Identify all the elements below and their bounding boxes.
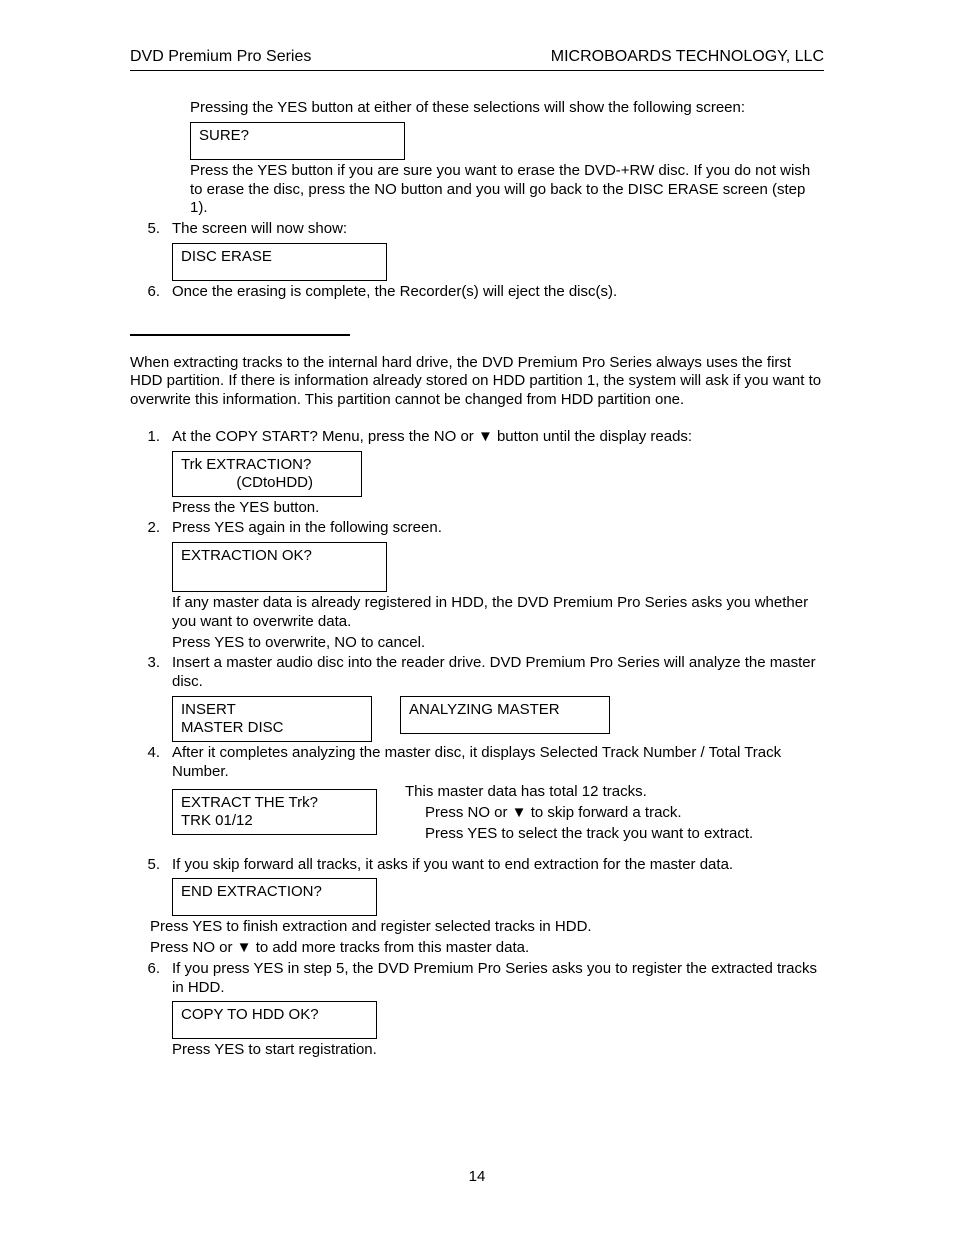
side-note-2: Press NO or ▼ to skip forward a track. [425,804,753,823]
item-text: The screen will now show: [172,220,824,239]
list-b-item-1: 1. At the COPY START? Menu, press the NO… [130,428,824,520]
item5-after2: Press NO or ▼ to add more tracks from th… [150,939,824,958]
screen-text: ANALYZING MASTER [409,701,560,718]
list-a-item-6: 6. Once the erasing is complete, the Rec… [130,283,824,304]
side-note-1: This master data has total 12 tracks. [405,783,753,802]
intro-text-2: Press the YES button if you are sure you… [190,162,824,218]
screen-insert-master: INSERT MASTER DISC [172,696,372,742]
screen-line2: (CDtoHDD) [181,474,353,492]
page-number: 14 [0,1168,954,1185]
section-divider [130,334,350,336]
screen-and-notes-row: EXTRACT THE Trk? TRK 01/12 This master d… [172,783,824,845]
header-left: DVD Premium Pro Series [130,48,311,66]
list-a-item-5: 5. The screen will now show: DISC ERASE [130,220,824,283]
list-num: 1. [130,428,172,520]
screen-text: EXTRACTION OK? [181,547,312,564]
page: DVD Premium Pro Series MICROBOARDS TECHN… [0,0,954,1235]
intro-block: Pressing the YES button at either of the… [190,99,824,218]
screen-extract-trk: EXTRACT THE Trk? TRK 01/12 [172,789,377,835]
list-b-item-4: 4. After it completes analyzing the mast… [130,744,824,846]
screen-text: DISC ERASE [181,248,272,265]
screen-sure: SURE? [190,122,405,160]
item-text: After it completes analyzing the master … [172,744,824,782]
item-after: Press the YES button. [172,499,824,518]
screen-trk-extraction: Trk EXTRACTION? (CDtoHDD) [172,451,362,497]
screen-line2: TRK 01/12 [181,812,368,830]
list-num: 6. [130,283,172,304]
screen-extraction-ok: EXTRACTION OK? [172,542,387,592]
screen-line1: EXTRACT THE Trk? [181,794,368,812]
list-num: 5. [130,856,172,919]
item-after2: Press YES to overwrite, NO to cancel. [172,634,824,653]
screen-analyzing: ANALYZING MASTER [400,696,610,734]
screen-sure-text: SURE? [199,127,249,144]
list-b-item-6: 6. If you press YES in step 5, the DVD P… [130,960,824,1062]
item-text: If you skip forward all tracks, it asks … [172,856,824,875]
item5-after1: Press YES to finish extraction and regis… [150,918,824,937]
screen-end-extraction: END EXTRACTION? [172,878,377,916]
page-header: DVD Premium Pro Series MICROBOARDS TECHN… [130,48,824,71]
item-text: Insert a master audio disc into the read… [172,654,824,692]
screen-text: END EXTRACTION? [181,883,322,900]
list-a: 5. The screen will now show: DISC ERASE … [130,220,824,304]
item-text: Press YES again in the following screen. [172,519,824,538]
screen-text: COPY TO HDD OK? [181,1006,319,1023]
intro-text-1: Pressing the YES button at either of the… [190,99,824,118]
mid-paragraph: When extracting tracks to the internal h… [130,354,824,410]
list-b-cont: 6. If you press YES in step 5, the DVD P… [130,960,824,1062]
header-right: MICROBOARDS TECHNOLOGY, LLC [551,48,824,66]
list-num: 4. [130,744,172,846]
list-b-item-2: 2. Press YES again in the following scre… [130,519,824,654]
item-text: If you press YES in step 5, the DVD Prem… [172,960,824,998]
item-after1: If any master data is already registered… [172,594,824,632]
list-b: 1. At the COPY START? Menu, press the NO… [130,428,824,919]
item-text: At the COPY START? Menu, press the NO or… [172,428,824,447]
list-num: 3. [130,654,172,744]
list-b-item-3: 3. Insert a master audio disc into the r… [130,654,824,744]
list-num: 6. [130,960,172,1062]
list-num: 2. [130,519,172,654]
side-notes: This master data has total 12 tracks. Pr… [405,783,753,845]
list-b-item-5: 5. If you skip forward all tracks, it as… [130,856,824,919]
item5-followup: Press YES to finish extraction and regis… [150,918,824,958]
screen-row: INSERT MASTER DISC ANALYZING MASTER [172,694,824,744]
item-text: Once the erasing is complete, the Record… [172,283,824,302]
screen-line2: MASTER DISC [181,719,363,737]
item-after: Press YES to start registration. [172,1041,824,1060]
screen-line1: Trk EXTRACTION? [181,456,353,474]
side-note-3: Press YES to select the track you want t… [425,825,753,844]
screen-copy-hdd: COPY TO HDD OK? [172,1001,377,1039]
screen-disc-erase: DISC ERASE [172,243,387,281]
screen-line1: INSERT [181,701,363,719]
list-num: 5. [130,220,172,283]
